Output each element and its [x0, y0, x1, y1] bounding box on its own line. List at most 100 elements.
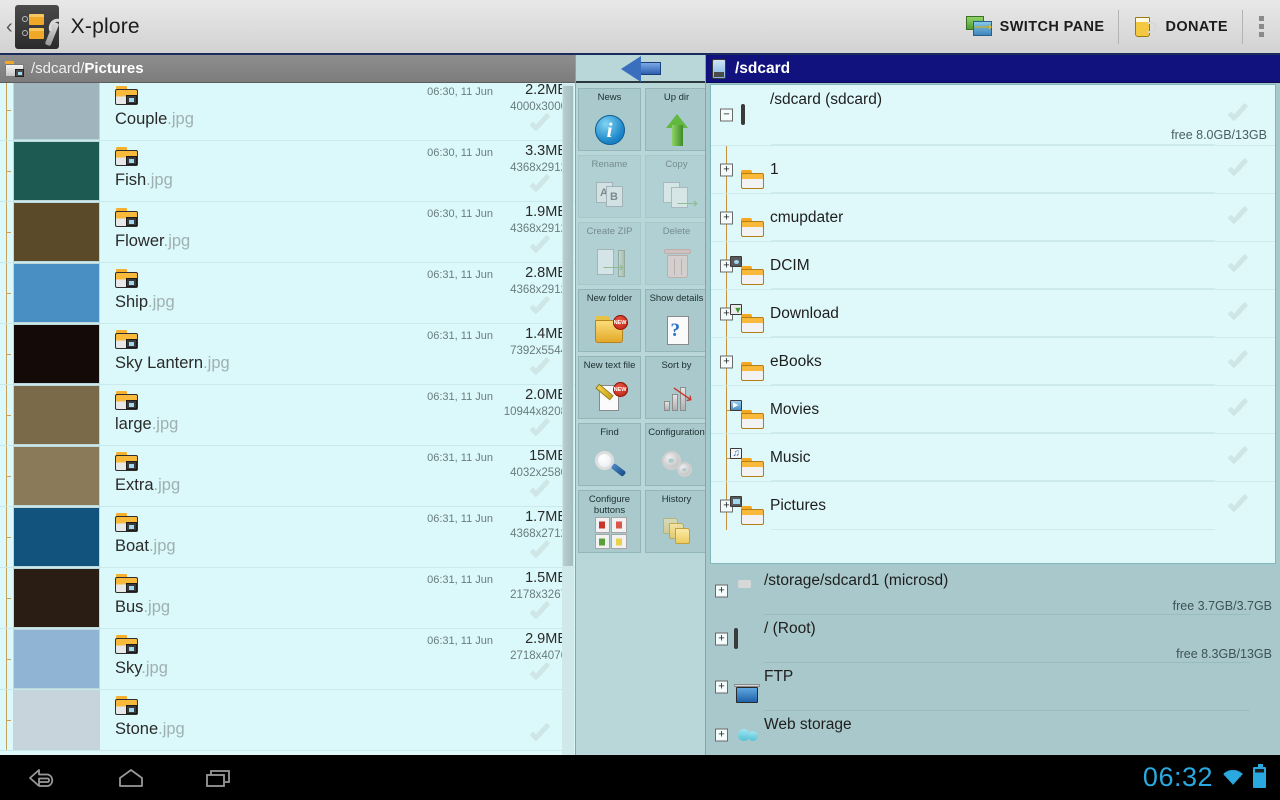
toolbar-button-news[interactable]: Newsi	[578, 88, 641, 151]
tree-check-icon[interactable]	[1227, 257, 1249, 275]
tree-expander[interactable]: +	[715, 633, 728, 646]
android-home-icon[interactable]	[114, 765, 148, 791]
file-check-icon[interactable]	[529, 543, 551, 561]
info-icon: i	[593, 113, 627, 147]
back-caret-icon[interactable]: ‹	[6, 17, 13, 37]
tree-item-cmupdater[interactable]: +cmupdater	[711, 194, 1275, 242]
table-row[interactable]: Ship.jpg06:31, 11 Jun2.8MB4368x2912	[0, 263, 575, 324]
image-file-icon	[115, 269, 138, 288]
table-row[interactable]: Sky.jpg06:31, 11 Jun2.9MB2718x4076	[0, 629, 575, 690]
android-back-icon[interactable]	[26, 765, 60, 791]
storage-item-ftp[interactable]: +FTP	[706, 663, 1280, 711]
toolbar-button-configure-buttons[interactable]: Configure buttons	[578, 490, 641, 553]
toolbar-button-new-folder[interactable]: New folderNEW	[578, 289, 641, 352]
tree-expander[interactable]: +	[720, 211, 733, 224]
file-list[interactable]: 1.9MB2178x3267Couple.jpg06:30, 11 Jun2.2…	[0, 83, 575, 755]
android-recents-icon[interactable]	[202, 765, 236, 791]
file-time: 06:31, 11 Jun	[427, 269, 493, 281]
table-row[interactable]: Couple.jpg06:30, 11 Jun2.2MB4000x3000	[0, 83, 575, 141]
file-thumbnail[interactable]	[13, 141, 100, 201]
tree-expander[interactable]: +	[715, 681, 728, 694]
toolbar-button-new-text-file[interactable]: New text fileNEW	[578, 356, 641, 419]
file-check-icon[interactable]	[529, 238, 551, 256]
file-check-icon[interactable]	[529, 726, 551, 744]
app-title: X-plore	[71, 15, 140, 39]
overflow-menu-icon[interactable]	[1243, 16, 1280, 37]
tree-expander[interactable]: −	[720, 109, 733, 122]
file-thumbnail[interactable]	[13, 507, 100, 567]
image-file-icon	[115, 391, 138, 410]
storage-list[interactable]: +/storage/sdcard1 (microsd)free 3.7GB/3.…	[706, 567, 1280, 755]
tree-check-icon[interactable]	[1227, 106, 1249, 124]
tree-check-icon[interactable]	[1227, 497, 1249, 515]
toolbar-button-show-details[interactable]: Show details?	[645, 289, 706, 352]
toolbar-button-up-dir[interactable]: Up dir	[645, 88, 706, 151]
tree-item-1[interactable]: +1	[711, 146, 1275, 194]
table-row[interactable]: Bus.jpg06:31, 11 Jun1.5MB2178x3267	[0, 568, 575, 629]
table-row[interactable]: large.jpg06:31, 11 Jun2.0MB10944x8208	[0, 385, 575, 446]
tree-item-sdcard-sdcard[interactable]: −/sdcard (sdcard)free 8.0GB/13GB	[711, 85, 1275, 146]
right-pane-path-bar[interactable]: /sdcard	[706, 55, 1280, 83]
tree-item-music[interactable]: Music	[711, 434, 1275, 482]
tree-item-movies[interactable]: Movies	[711, 386, 1275, 434]
table-row[interactable]: Flower.jpg06:30, 11 Jun1.9MB4368x2912	[0, 202, 575, 263]
file-name: Couple.jpg	[115, 110, 194, 129]
tree-check-icon[interactable]	[1227, 449, 1249, 467]
table-row[interactable]: Sky Lantern.jpg06:31, 11 Jun1.4MB7392x55…	[0, 324, 575, 385]
tree-check-icon[interactable]	[1227, 353, 1249, 371]
table-row[interactable]: Fish.jpg06:30, 11 Jun3.3MB4368x2912	[0, 141, 575, 202]
file-time: 06:31, 11 Jun	[427, 635, 493, 647]
toolbar-button-history[interactable]: History	[645, 490, 706, 553]
tree-item-dcim[interactable]: +DCIM	[711, 242, 1275, 290]
file-check-icon[interactable]	[529, 116, 551, 134]
tree-item-ebooks[interactable]: +eBooks	[711, 338, 1275, 386]
tree-check-icon[interactable]	[1227, 161, 1249, 179]
blue-back-arrow-icon[interactable]	[621, 56, 661, 80]
file-check-icon[interactable]	[529, 665, 551, 683]
file-thumbnail[interactable]	[13, 263, 100, 323]
tree-item-pictures[interactable]: +Pictures	[711, 482, 1275, 530]
storage-item-storage-sdcard1-microsd[interactable]: +/storage/sdcard1 (microsd)free 3.7GB/3.…	[706, 567, 1280, 615]
sdcard-tree[interactable]: −/sdcard (sdcard)free 8.0GB/13GB+1+cmupd…	[710, 84, 1276, 564]
file-check-icon[interactable]	[529, 360, 551, 378]
tree-expander[interactable]: +	[720, 355, 733, 368]
file-check-icon[interactable]	[529, 177, 551, 195]
table-row[interactable]: Extra.jpg06:31, 11 Jun15MB4032x2580	[0, 446, 575, 507]
toolbar-button-sort-by[interactable]: Sort by⟶	[645, 356, 706, 419]
switch-pane-label: SWITCH PANE	[1000, 19, 1105, 35]
file-check-icon[interactable]	[529, 604, 551, 622]
file-thumbnail[interactable]	[13, 202, 100, 262]
file-thumbnail[interactable]	[13, 690, 100, 750]
file-thumbnail[interactable]	[13, 385, 100, 445]
file-check-icon[interactable]	[529, 299, 551, 317]
tree-expander[interactable]: +	[715, 729, 728, 742]
scrollbar-thumb[interactable]	[563, 86, 573, 566]
tree-expander[interactable]: +	[715, 585, 728, 598]
tree-check-icon[interactable]	[1227, 209, 1249, 227]
tree-expander[interactable]: +	[720, 163, 733, 176]
file-check-icon[interactable]	[529, 482, 551, 500]
tree-item-download[interactable]: +Download	[711, 290, 1275, 338]
tree-check-icon[interactable]	[1227, 401, 1249, 419]
storage-item-web-storage[interactable]: +Web storage	[706, 711, 1280, 755]
file-thumbnail[interactable]	[13, 568, 100, 628]
toolbar-button-configuration[interactable]: Configuration	[645, 423, 706, 486]
table-row[interactable]: Boat.jpg06:31, 11 Jun1.7MB4368x2712	[0, 507, 575, 568]
left-pane-path-bar[interactable]: /sdcard/Pictures	[0, 55, 575, 83]
tree-check-icon[interactable]	[1227, 305, 1249, 323]
toolbar-button-find[interactable]: Find	[578, 423, 641, 486]
file-thumbnail[interactable]	[13, 324, 100, 384]
file-thumbnail[interactable]	[13, 629, 100, 689]
trash-icon	[660, 247, 694, 281]
document-question-icon: ?	[660, 314, 694, 348]
donate-button[interactable]: DONATE	[1119, 0, 1242, 53]
toolbar-collapse-bar[interactable]	[576, 55, 705, 83]
switch-pane-button[interactable]: ⟶ SWITCH PANE	[952, 0, 1119, 53]
status-area: 06:32	[1143, 762, 1280, 793]
storage-item-root[interactable]: +/ (Root)free 8.3GB/13GB	[706, 615, 1280, 663]
left-pane-scrollbar[interactable]	[562, 84, 574, 755]
file-check-icon[interactable]	[529, 421, 551, 439]
file-thumbnail[interactable]	[13, 83, 100, 140]
table-row[interactable]: Stone.jpg	[0, 690, 575, 751]
file-thumbnail[interactable]	[13, 446, 100, 506]
